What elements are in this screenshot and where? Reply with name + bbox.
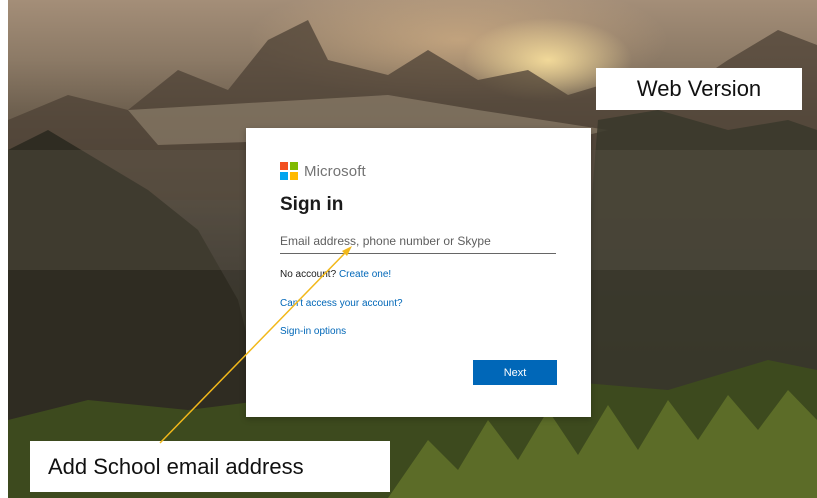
microsoft-logo-icon — [280, 162, 298, 180]
no-account-text: No account? — [280, 269, 337, 280]
signin-options-link[interactable]: Sign-in options — [280, 326, 346, 337]
signin-card: Microsoft Sign in No account? Create one… — [246, 128, 591, 417]
page-title: Sign in — [280, 194, 344, 215]
school-email-callout: Add School email address — [30, 441, 390, 492]
cant-access-link[interactable]: Can't access your account? — [280, 298, 403, 309]
email-input[interactable] — [280, 229, 556, 254]
create-account-link[interactable]: Create one! — [339, 269, 391, 280]
screenshot-frame: Microsoft Sign in No account? Create one… — [0, 0, 817, 498]
web-version-callout: Web Version — [596, 68, 802, 110]
no-account-row: No account? Create one! — [280, 269, 391, 280]
microsoft-logo: Microsoft — [280, 162, 366, 180]
brand-name: Microsoft — [304, 162, 366, 180]
next-button[interactable]: Next — [473, 360, 557, 385]
